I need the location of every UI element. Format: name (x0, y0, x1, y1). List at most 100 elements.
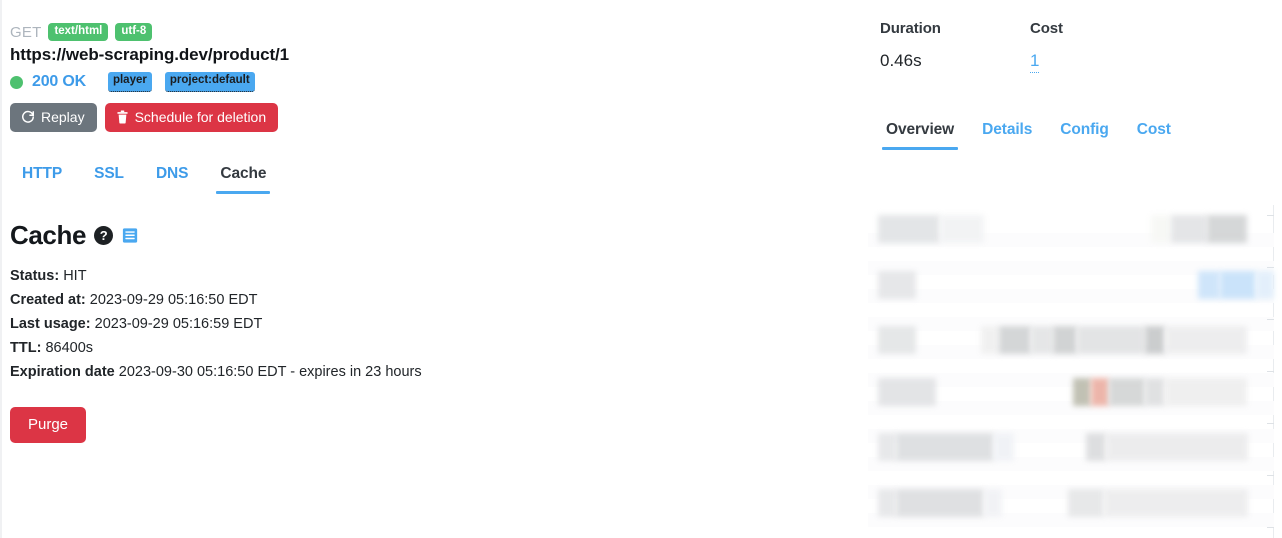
field-status: Status: HIT (10, 264, 860, 288)
redacted-cell (1145, 378, 1165, 406)
request-url: https://web-scraping.dev/product/1 (10, 45, 290, 64)
book-icon[interactable] (121, 226, 140, 245)
field-last-usage-value: 2023-09-29 05:16:59 EDT (94, 316, 263, 332)
left-tab-bar: HTTP SSL DNS Cache (2, 159, 860, 194)
redacted-cell (1220, 271, 1256, 299)
status-dot-icon (10, 75, 23, 89)
replay-button[interactable]: Replay (10, 103, 97, 132)
redacted-cell (1106, 433, 1248, 461)
redacted-cell (1171, 215, 1207, 243)
redacted-cell (878, 215, 940, 243)
stat-duration-label: Duration (880, 20, 941, 37)
tab-details[interactable]: Details (968, 115, 1046, 150)
field-status-value: HIT (63, 268, 87, 284)
row-tick (1267, 319, 1274, 320)
left-panel: GET text/html utf-8 https://web-scraping… (0, 0, 860, 538)
refresh-icon (21, 110, 35, 124)
tag-player[interactable]: player (107, 72, 152, 92)
row-tick (1267, 423, 1274, 424)
stat-cost-label: Cost (1030, 20, 1063, 37)
question-mark-icon[interactable]: ? (94, 226, 114, 245)
content-type-badge: text/html (48, 23, 109, 41)
field-status-key: Status: (10, 268, 60, 284)
tab-cost[interactable]: Cost (1123, 115, 1185, 150)
redacted-cell (1053, 326, 1077, 354)
row-tick (1267, 527, 1274, 528)
field-last-usage: Last usage: 2023-09-29 05:16:59 EDT (10, 312, 860, 336)
right-panel: Duration 0.46s Cost 1 Overview Details C… (860, 0, 1282, 538)
redacted-cell (1104, 489, 1248, 517)
tab-ssl[interactable]: SSL (78, 159, 140, 194)
encoding-badge: utf-8 (115, 23, 153, 41)
redacted-cell (1207, 215, 1247, 243)
table-row[interactable] (868, 215, 1274, 243)
redacted-cell (1109, 378, 1145, 406)
redacted-cell (1077, 326, 1145, 354)
table-row[interactable] (868, 489, 1274, 517)
stats-row: Duration 0.46s Cost 1 (860, 0, 1282, 73)
redacted-cell (984, 489, 1002, 517)
purge-button-wrap: Purge (10, 407, 860, 443)
redacted-cell (1091, 378, 1109, 406)
field-expiration-date: Expiration date 2023-09-30 05:16:50 EDT … (10, 360, 860, 384)
right-tab-bar: Overview Details Config Cost (860, 115, 1282, 150)
redacted-cell (940, 215, 984, 243)
redacted-cell (878, 433, 896, 461)
redacted-cell (896, 489, 984, 517)
request-method: GET (10, 23, 42, 41)
redacted-cell (1145, 326, 1165, 354)
field-created-at-value: 2023-09-29 05:16:50 EDT (89, 292, 258, 308)
field-expiration-date-key: Expiration date (10, 364, 115, 380)
redacted-cell (1031, 326, 1053, 354)
replay-label: Replay (41, 109, 85, 125)
method-line: GET text/html utf-8 (10, 22, 860, 42)
tab-overview[interactable]: Overview (872, 115, 968, 150)
field-last-usage-key: Last usage: (10, 316, 91, 332)
purge-button[interactable]: Purge (10, 407, 87, 443)
redacted-cell (896, 433, 994, 461)
row-tick (1267, 475, 1274, 476)
redacted-cell (1165, 378, 1247, 406)
request-header: GET text/html utf-8 https://web-scraping… (2, 0, 860, 132)
overview-content-blurred (868, 205, 1282, 538)
stat-duration: Duration 0.46s (880, 20, 1030, 73)
redacted-cell (1068, 489, 1104, 517)
redacted-cell (878, 326, 916, 354)
redacted-cell (994, 433, 1014, 461)
row-tick (1267, 371, 1274, 372)
tag-project[interactable]: project:default (164, 72, 255, 92)
cache-section-title: Cache ? (10, 220, 860, 251)
redacted-cell (1165, 326, 1247, 354)
table-row[interactable] (868, 378, 1274, 406)
tab-dns[interactable]: DNS (140, 159, 204, 194)
redacted-cell (878, 271, 916, 299)
action-buttons: Replay Schedule for deletion (10, 103, 860, 132)
schedule-deletion-label: Schedule for deletion (134, 109, 267, 125)
redacted-cell (878, 489, 896, 517)
tab-cache[interactable]: Cache (204, 159, 282, 194)
page-title: Cache (10, 220, 87, 250)
redacted-cell (1151, 215, 1171, 243)
schedule-deletion-button[interactable]: Schedule for deletion (104, 103, 279, 132)
tab-config[interactable]: Config (1046, 115, 1122, 150)
stat-cost: Cost 1 (1030, 20, 1180, 73)
tab-http[interactable]: HTTP (6, 159, 78, 194)
status-line: 200 OK player project:default (10, 72, 860, 92)
stat-cost-value[interactable]: 1 (1030, 51, 1040, 73)
table-row[interactable] (868, 433, 1274, 461)
redacted-cell (878, 378, 936, 406)
status-code: 200 OK (32, 73, 86, 90)
redacted-cell (1198, 271, 1220, 299)
field-created-at: Created at: 2023-09-29 05:16:50 EDT (10, 288, 860, 312)
redacted-cell (981, 326, 999, 354)
table-row[interactable] (868, 326, 1274, 354)
request-detail-page: GET text/html utf-8 https://web-scraping… (0, 0, 1282, 538)
field-ttl-key: TTL: (10, 340, 42, 356)
row-tick (1267, 267, 1274, 268)
cache-fields: Status: HIT Created at: 2023-09-29 05:16… (10, 264, 860, 384)
trash-icon (116, 110, 129, 124)
field-created-at-key: Created at: (10, 292, 86, 308)
table-row[interactable] (868, 271, 1274, 299)
stat-duration-value: 0.46s (880, 51, 922, 70)
redacted-cell (1256, 271, 1274, 299)
